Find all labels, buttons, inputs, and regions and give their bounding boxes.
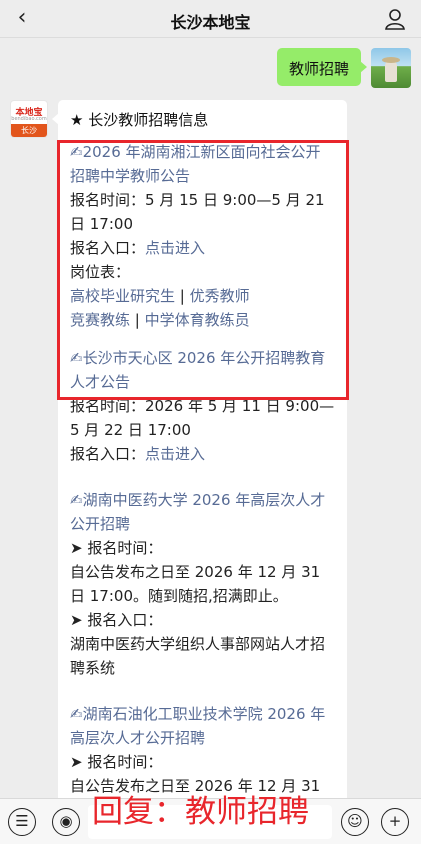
- avatar-figure: [385, 60, 397, 82]
- bot-avatar[interactable]: 本地宝 bendibao.com 长沙: [10, 100, 48, 138]
- time-label: 报名时间：: [70, 397, 146, 415]
- chat-title: 长沙本地宝: [170, 13, 251, 32]
- top-bar: ‹ 长沙本地宝: [0, 0, 421, 38]
- avatar-city: 长沙: [11, 124, 47, 137]
- time-label: ➤ 报名时间：: [70, 539, 163, 557]
- avatar-site: bendibao.com: [11, 116, 47, 122]
- emoji-icon[interactable]: ☺: [341, 808, 369, 836]
- time-label: ➤ 报名时间：: [70, 753, 163, 771]
- position-link[interactable]: 高校毕业研究生: [70, 287, 175, 305]
- notice-time: 报名时间：5 月 15 日 9:00—5 月 21 日 17:00: [70, 188, 335, 236]
- position-link[interactable]: 中学体育教练员: [145, 311, 250, 329]
- notice-entry: 报名入口：点击进入: [70, 442, 335, 466]
- notice-item: ✍湖南中医药大学 2026 年高层次人才公开招聘 ➤ 报名时间： 自公告发布之日…: [70, 488, 335, 680]
- entry-link[interactable]: 点击进入: [145, 239, 205, 257]
- outgoing-bubble[interactable]: 教师招聘: [276, 48, 368, 86]
- positions-row: 高校毕业研究生 | 优秀教师: [70, 284, 335, 308]
- separator: |: [130, 311, 145, 329]
- time-value: 自公告发布之日至 2026 年 12 月 31 日: [70, 777, 321, 795]
- entry-label: ➤ 报名入口：: [70, 611, 163, 629]
- chat-area: 教师招聘 本地宝 bendibao.com 长沙 ★ 长沙教师招聘信息 ✍202…: [0, 38, 421, 798]
- entry-value: 湖南中医药大学组织人事部网站人才招聘系统: [70, 635, 326, 677]
- position-link[interactable]: 竞赛教练: [70, 311, 130, 329]
- person-icon[interactable]: [383, 7, 407, 31]
- notice-item: ✍2026 年湖南湘江新区面向社会公开招聘中学教师公告 报名时间：5 月 15 …: [70, 140, 335, 332]
- outgoing-message: 教师招聘: [276, 48, 411, 88]
- time-label: 报名时间：: [70, 191, 146, 209]
- notice-title-link[interactable]: ✍湖南中医药大学 2026 年高层次人才公开招聘: [70, 488, 335, 536]
- time-value: 自公告发布之日至 2026 年 12 月 31 日 17:00。随到随招,招满即…: [70, 563, 321, 605]
- voice-icon[interactable]: ◉: [52, 808, 80, 836]
- incoming-bubble: ★ 长沙教师招聘信息 ✍2026 年湖南湘江新区面向社会公开招聘中学教师公告 报…: [52, 100, 347, 798]
- message-input[interactable]: [88, 805, 332, 839]
- entry-label: 报名入口：: [70, 239, 146, 257]
- notice-title-link[interactable]: ✍湖南石油化工职业技术学院 2026 年高层次人才公开招聘: [70, 702, 335, 750]
- avatar-hat: [382, 57, 400, 63]
- notice-time: 报名时间：2026 年 5 月 11 日 9:00—5 月 22 日 17:00: [70, 394, 335, 442]
- positions-row: 竞赛教练 | 中学体育教练员: [70, 308, 335, 332]
- my-avatar[interactable]: [371, 48, 411, 88]
- plus-icon[interactable]: +: [381, 808, 409, 836]
- notice-item: ✍长沙市天心区 2026 年公开招聘教育人才公告 报名时间：2026 年 5 月…: [70, 346, 335, 466]
- entry-link[interactable]: 点击进入: [145, 445, 205, 463]
- message-header: ★ 长沙教师招聘信息: [70, 111, 209, 129]
- notice-title-link[interactable]: ✍2026 年湖南湘江新区面向社会公开招聘中学教师公告: [70, 140, 335, 188]
- notice-entry: 报名入口：点击进入: [70, 236, 335, 260]
- entry-label: 报名入口：: [70, 445, 146, 463]
- positions-label: 岗位表：: [70, 263, 131, 281]
- separator: |: [175, 287, 190, 305]
- position-link[interactable]: 优秀教师: [190, 287, 250, 305]
- menu-list-icon[interactable]: ☰: [8, 808, 36, 836]
- notice-item: ✍湖南石油化工职业技术学院 2026 年高层次人才公开招聘 ➤ 报名时间： 自公…: [70, 702, 335, 798]
- bottom-input-bar: ☰ ◉ ☺ +: [0, 798, 421, 844]
- notice-title-link[interactable]: ✍长沙市天心区 2026 年公开招聘教育人才公告: [70, 346, 335, 394]
